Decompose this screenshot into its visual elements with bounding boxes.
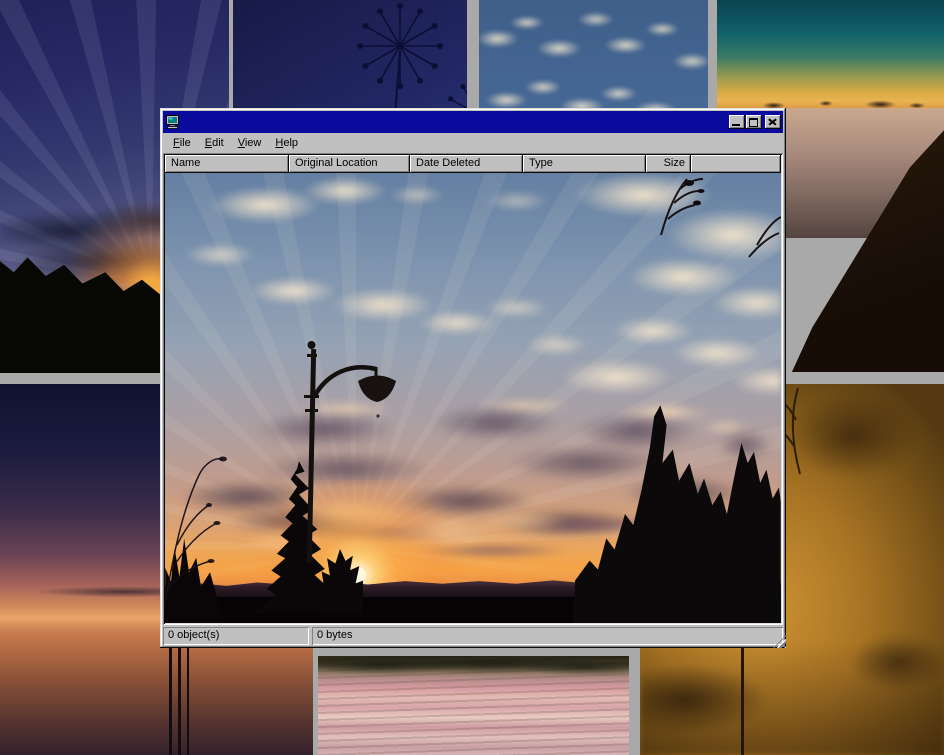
status-bar: 0 object(s) 0 bytes	[163, 627, 783, 645]
computer-icon[interactable]	[165, 114, 181, 130]
wallpaper-tile-pink-reflections	[318, 656, 629, 755]
desktop: { "colors": { "titlebar_active": "#0b0b9…	[0, 0, 944, 755]
maximize-icon	[749, 118, 758, 127]
column-header-size[interactable]: Size	[646, 155, 691, 173]
column-header-type[interactable]: Type	[523, 155, 646, 173]
menu-bar: File Edit View Help	[163, 133, 783, 153]
minimize-button[interactable]	[729, 115, 745, 129]
menu-help[interactable]: Help	[268, 134, 305, 152]
close-button[interactable]	[765, 115, 781, 129]
titlebar[interactable]	[163, 111, 783, 133]
column-header-blank[interactable]	[691, 155, 781, 173]
column-header-date-deleted[interactable]: Date Deleted	[410, 155, 523, 173]
high-clouds	[165, 173, 781, 405]
menu-view[interactable]: View	[231, 134, 269, 152]
tree-reflections	[318, 656, 629, 755]
status-total-size: 0 bytes	[312, 627, 783, 645]
menu-file[interactable]: File	[166, 134, 198, 152]
column-header-original-location[interactable]: Original Location	[289, 155, 410, 173]
status-object-count: 0 object(s)	[163, 627, 309, 645]
column-header-row: Name Original Location Date Deleted Type…	[165, 155, 781, 173]
island-silhouettes	[717, 0, 944, 110]
pole-silhouette	[187, 646, 189, 755]
list-viewport-sunset-photo[interactable]	[165, 173, 781, 623]
list-client-area: Name Original Location Date Deleted Type…	[163, 153, 783, 625]
recycle-bin-window: File Edit View Help Name Original Locati…	[160, 108, 786, 648]
column-header-name[interactable]: Name	[165, 155, 289, 173]
minimize-icon	[732, 124, 740, 126]
pole-silhouette	[178, 636, 181, 755]
close-icon	[768, 118, 777, 125]
menu-edit[interactable]: Edit	[198, 134, 231, 152]
maximize-button[interactable]	[746, 115, 762, 129]
